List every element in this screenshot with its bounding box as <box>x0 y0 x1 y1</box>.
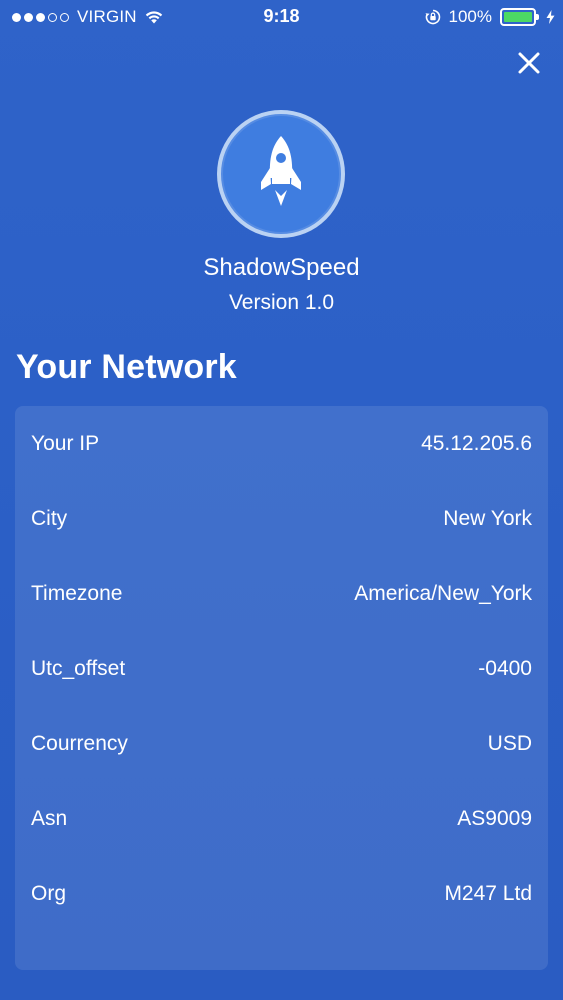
row-label: Your IP <box>31 432 100 455</box>
row-label: City <box>31 507 68 530</box>
section-title: Your Network <box>16 348 237 386</box>
info-row-city: City New York <box>31 499 532 539</box>
battery-icon <box>500 8 539 26</box>
charging-bolt-icon <box>546 10 555 24</box>
info-row-timezone: Timezone America/New_York <box>31 574 532 614</box>
row-label: Timezone <box>31 582 123 605</box>
close-icon <box>518 52 540 74</box>
row-value: USD <box>487 732 532 755</box>
info-row-ip: Your IP 45.12.205.6 <box>31 424 532 464</box>
app-name: ShadowSpeed <box>203 254 360 281</box>
info-row-utc-offset: Utc_offset -0400 <box>31 649 532 689</box>
row-value: -0400 <box>478 657 532 680</box>
close-button[interactable] <box>514 48 544 78</box>
rotation-lock-icon <box>425 9 440 25</box>
row-value: 45.12.205.6 <box>421 432 532 455</box>
app-version: Version 1.0 <box>228 291 335 314</box>
row-label: Asn <box>31 807 68 830</box>
status-bar: VIRGIN 9:18 100% <box>0 0 563 34</box>
network-info-card: Your IP 45.12.205.6 City New York Timezo… <box>15 406 548 970</box>
row-value: America/New_York <box>354 582 532 605</box>
battery-fill <box>504 12 532 22</box>
info-row-currency: Courrency USD <box>31 724 532 764</box>
row-label: Utc_offset <box>31 657 126 680</box>
battery-percent: 100% <box>448 7 492 26</box>
row-label: Org <box>31 882 67 905</box>
info-row-asn: Asn AS9009 <box>31 799 532 839</box>
row-value: AS9009 <box>457 807 532 830</box>
row-label: Courrency <box>31 732 128 755</box>
rocket-icon <box>261 136 301 206</box>
app-logo <box>217 110 345 238</box>
status-right: 100% <box>425 6 555 28</box>
row-value: M247 Ltd <box>444 882 532 905</box>
info-row-org: Org M247 Ltd <box>31 874 532 914</box>
row-value: New York <box>443 507 532 530</box>
